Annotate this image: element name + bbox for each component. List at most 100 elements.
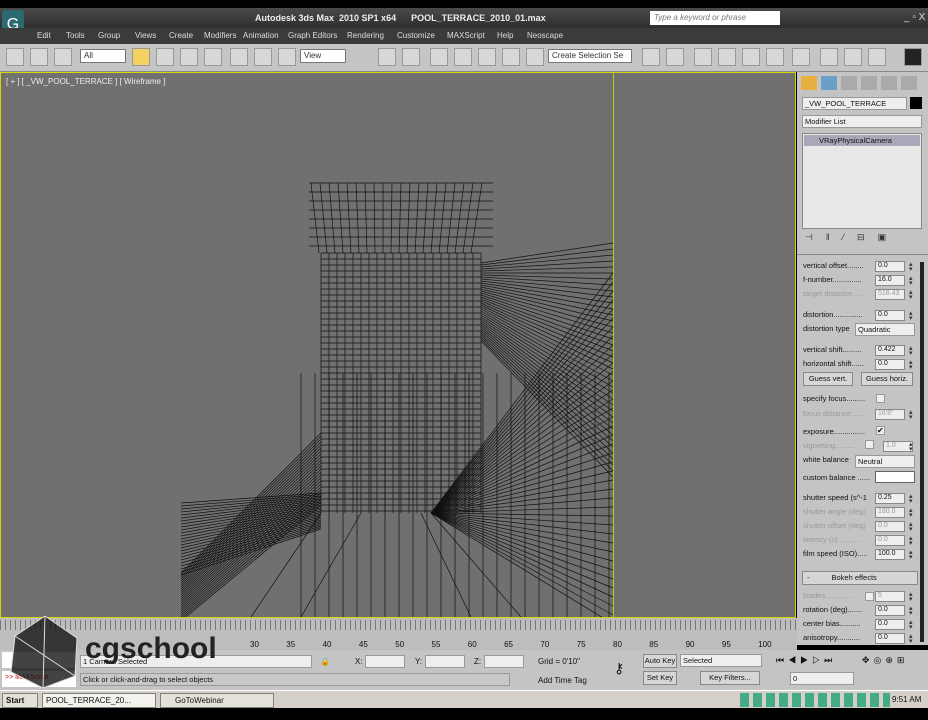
- viewport-nav-controls[interactable]: ✥◎⊕⊞: [862, 655, 908, 666]
- spinner-icon[interactable]: ▴ ▾: [909, 605, 914, 617]
- snap-toggle-icon[interactable]: [430, 48, 448, 66]
- param-value-field[interactable]: 0.0: [875, 359, 905, 370]
- angle-snap-icon[interactable]: [454, 48, 472, 66]
- auto-key-button[interactable]: Auto Key: [643, 654, 677, 668]
- param-value-field[interactable]: 0.0: [875, 535, 905, 546]
- guess-vert-button[interactable]: Guess vert.: [803, 372, 853, 386]
- spinner-icon[interactable]: ▴ ▾: [909, 493, 914, 505]
- spinner-icon[interactable]: ▴ ▾: [909, 521, 914, 533]
- spinner-icon[interactable]: ▴ ▾: [909, 535, 914, 547]
- spinner-icon[interactable]: ▴ ▾: [909, 591, 914, 603]
- spinner-icon[interactable]: ▴ ▾: [909, 310, 914, 322]
- render-setup-icon[interactable]: [820, 48, 838, 66]
- custom-balance-swatch[interactable]: [875, 471, 915, 483]
- link-icon[interactable]: [6, 48, 24, 66]
- param-value-field[interactable]: 0.25: [875, 493, 905, 504]
- menu-create[interactable]: Create: [169, 31, 193, 40]
- modify-tab-icon[interactable]: [821, 76, 837, 90]
- menu-group[interactable]: Group: [98, 31, 120, 40]
- spinner-icon[interactable]: ▴ ▾: [909, 409, 914, 421]
- spinner-snap-icon[interactable]: [502, 48, 520, 66]
- stack-tools[interactable]: ⊣‖⁄⊟▣: [805, 232, 921, 246]
- window-controls[interactable]: _ ▫ X: [904, 12, 925, 23]
- material-editor-icon[interactable]: [792, 48, 810, 66]
- edit-named-sets-icon[interactable]: [526, 48, 544, 66]
- param-value-field[interactable]: 0.422: [875, 345, 905, 356]
- search-input[interactable]: Type a keyword or phrase: [650, 11, 780, 25]
- select-by-name-icon[interactable]: [156, 48, 174, 66]
- motion-tab-icon[interactable]: [861, 76, 877, 90]
- specify-focus-checkbox[interactable]: [876, 394, 885, 403]
- param-value-field[interactable]: 0.0: [875, 633, 905, 644]
- system-tray-icons[interactable]: [740, 693, 890, 707]
- rectangle-selection-icon[interactable]: [180, 48, 198, 66]
- param-value-field[interactable]: 0.0: [875, 310, 905, 321]
- param-value-field[interactable]: 0.0: [875, 261, 905, 272]
- align-icon[interactable]: [666, 48, 684, 66]
- vignetting-checkbox[interactable]: [865, 440, 874, 449]
- param-value-field[interactable]: 0.0: [875, 619, 905, 630]
- manipulate-icon[interactable]: [402, 48, 420, 66]
- param-value-field[interactable]: 180.0: [875, 507, 905, 518]
- ref-coord-dropdown[interactable]: View: [300, 49, 346, 63]
- taskbar-item-3dsmax[interactable]: POOL_TERRACE_20...: [42, 693, 156, 708]
- exposure-checkbox[interactable]: ✔: [876, 426, 885, 435]
- schematic-icon[interactable]: [766, 48, 784, 66]
- menu-help[interactable]: Help: [497, 31, 513, 40]
- utilities-tab-icon[interactable]: [901, 76, 917, 90]
- distortion-type-dropdown[interactable]: Quadratic: [855, 323, 915, 336]
- y-coord-field[interactable]: [425, 655, 465, 668]
- spinner-icon[interactable]: ▴ ▾: [909, 359, 914, 371]
- spinner-icon[interactable]: ▴ ▾: [909, 441, 914, 453]
- panel-scrollbar[interactable]: [920, 262, 924, 642]
- z-coord-field[interactable]: [484, 655, 524, 668]
- param-value-field[interactable]: 100.0: [875, 549, 905, 560]
- display-tab-icon[interactable]: [881, 76, 897, 90]
- white-balance-dropdown[interactable]: Neutral: [855, 455, 915, 468]
- lock-selection-icon[interactable]: 🔒: [320, 657, 330, 666]
- spinner-icon[interactable]: ▴ ▾: [909, 549, 914, 561]
- spinner-icon[interactable]: ▴ ▾: [909, 261, 914, 273]
- spinner-icon[interactable]: ▴ ▾: [909, 633, 914, 645]
- menu-views[interactable]: Views: [135, 31, 156, 40]
- param-value-field[interactable]: 5: [875, 591, 905, 602]
- blades-checkbox[interactable]: [865, 592, 874, 601]
- spinner-icon[interactable]: ▴ ▾: [909, 289, 914, 301]
- object-name-field[interactable]: _VW_POOL_TERRACE: [802, 97, 907, 110]
- render-teapot-icon[interactable]: [868, 48, 886, 66]
- mirror-icon[interactable]: [642, 48, 660, 66]
- render-frame-icon[interactable]: [844, 48, 862, 66]
- menu-customize[interactable]: Customize: [397, 31, 435, 40]
- stack-item[interactable]: VRayPhysicalCamera: [804, 135, 920, 146]
- bokeh-rollout-header[interactable]: - Bokeh effects: [802, 571, 918, 585]
- move-icon[interactable]: [230, 48, 248, 66]
- pivot-icon[interactable]: [378, 48, 396, 66]
- param-value-field[interactable]: 16.0: [875, 275, 905, 286]
- key-filters-button[interactable]: Key Filters...: [700, 671, 760, 685]
- menu-tools[interactable]: Tools: [66, 31, 85, 40]
- menu-neoscape[interactable]: Neoscape: [527, 31, 563, 40]
- param-value-field[interactable]: 0.0: [875, 605, 905, 616]
- select-object-icon[interactable]: [132, 48, 150, 66]
- modifier-list-dropdown[interactable]: Modifier List: [802, 115, 922, 128]
- rotate-icon[interactable]: [254, 48, 272, 66]
- add-time-tag[interactable]: Add Time Tag: [538, 676, 587, 685]
- hierarchy-tab-icon[interactable]: [841, 76, 857, 90]
- unlink-icon[interactable]: [30, 48, 48, 66]
- menu-rendering[interactable]: Rendering: [347, 31, 384, 40]
- spinner-icon[interactable]: ▴ ▾: [909, 275, 914, 287]
- param-value-field[interactable]: 0.0: [875, 521, 905, 532]
- selection-filter-dropdown[interactable]: All: [80, 49, 126, 63]
- menu-edit[interactable]: Edit: [37, 31, 51, 40]
- param-value-field[interactable]: 516.43: [875, 289, 905, 300]
- menu-animation[interactable]: Animation: [243, 31, 279, 40]
- camera-viewport[interactable]: [ + ] [ _VW_POOL_TERRACE ] [ Wireframe ]: [0, 72, 796, 618]
- graphite-icon[interactable]: [718, 48, 736, 66]
- menu-graph-editors[interactable]: Graph Editors: [288, 31, 337, 40]
- set-key-button[interactable]: Set Key: [643, 671, 677, 685]
- spinner-icon[interactable]: ▴ ▾: [909, 619, 914, 631]
- object-color-swatch[interactable]: [910, 97, 922, 109]
- playback-controls[interactable]: ⏮◀▶▷⏭: [776, 655, 836, 666]
- window-crossing-icon[interactable]: [204, 48, 222, 66]
- menu-modifiers[interactable]: Modifiers: [204, 31, 236, 40]
